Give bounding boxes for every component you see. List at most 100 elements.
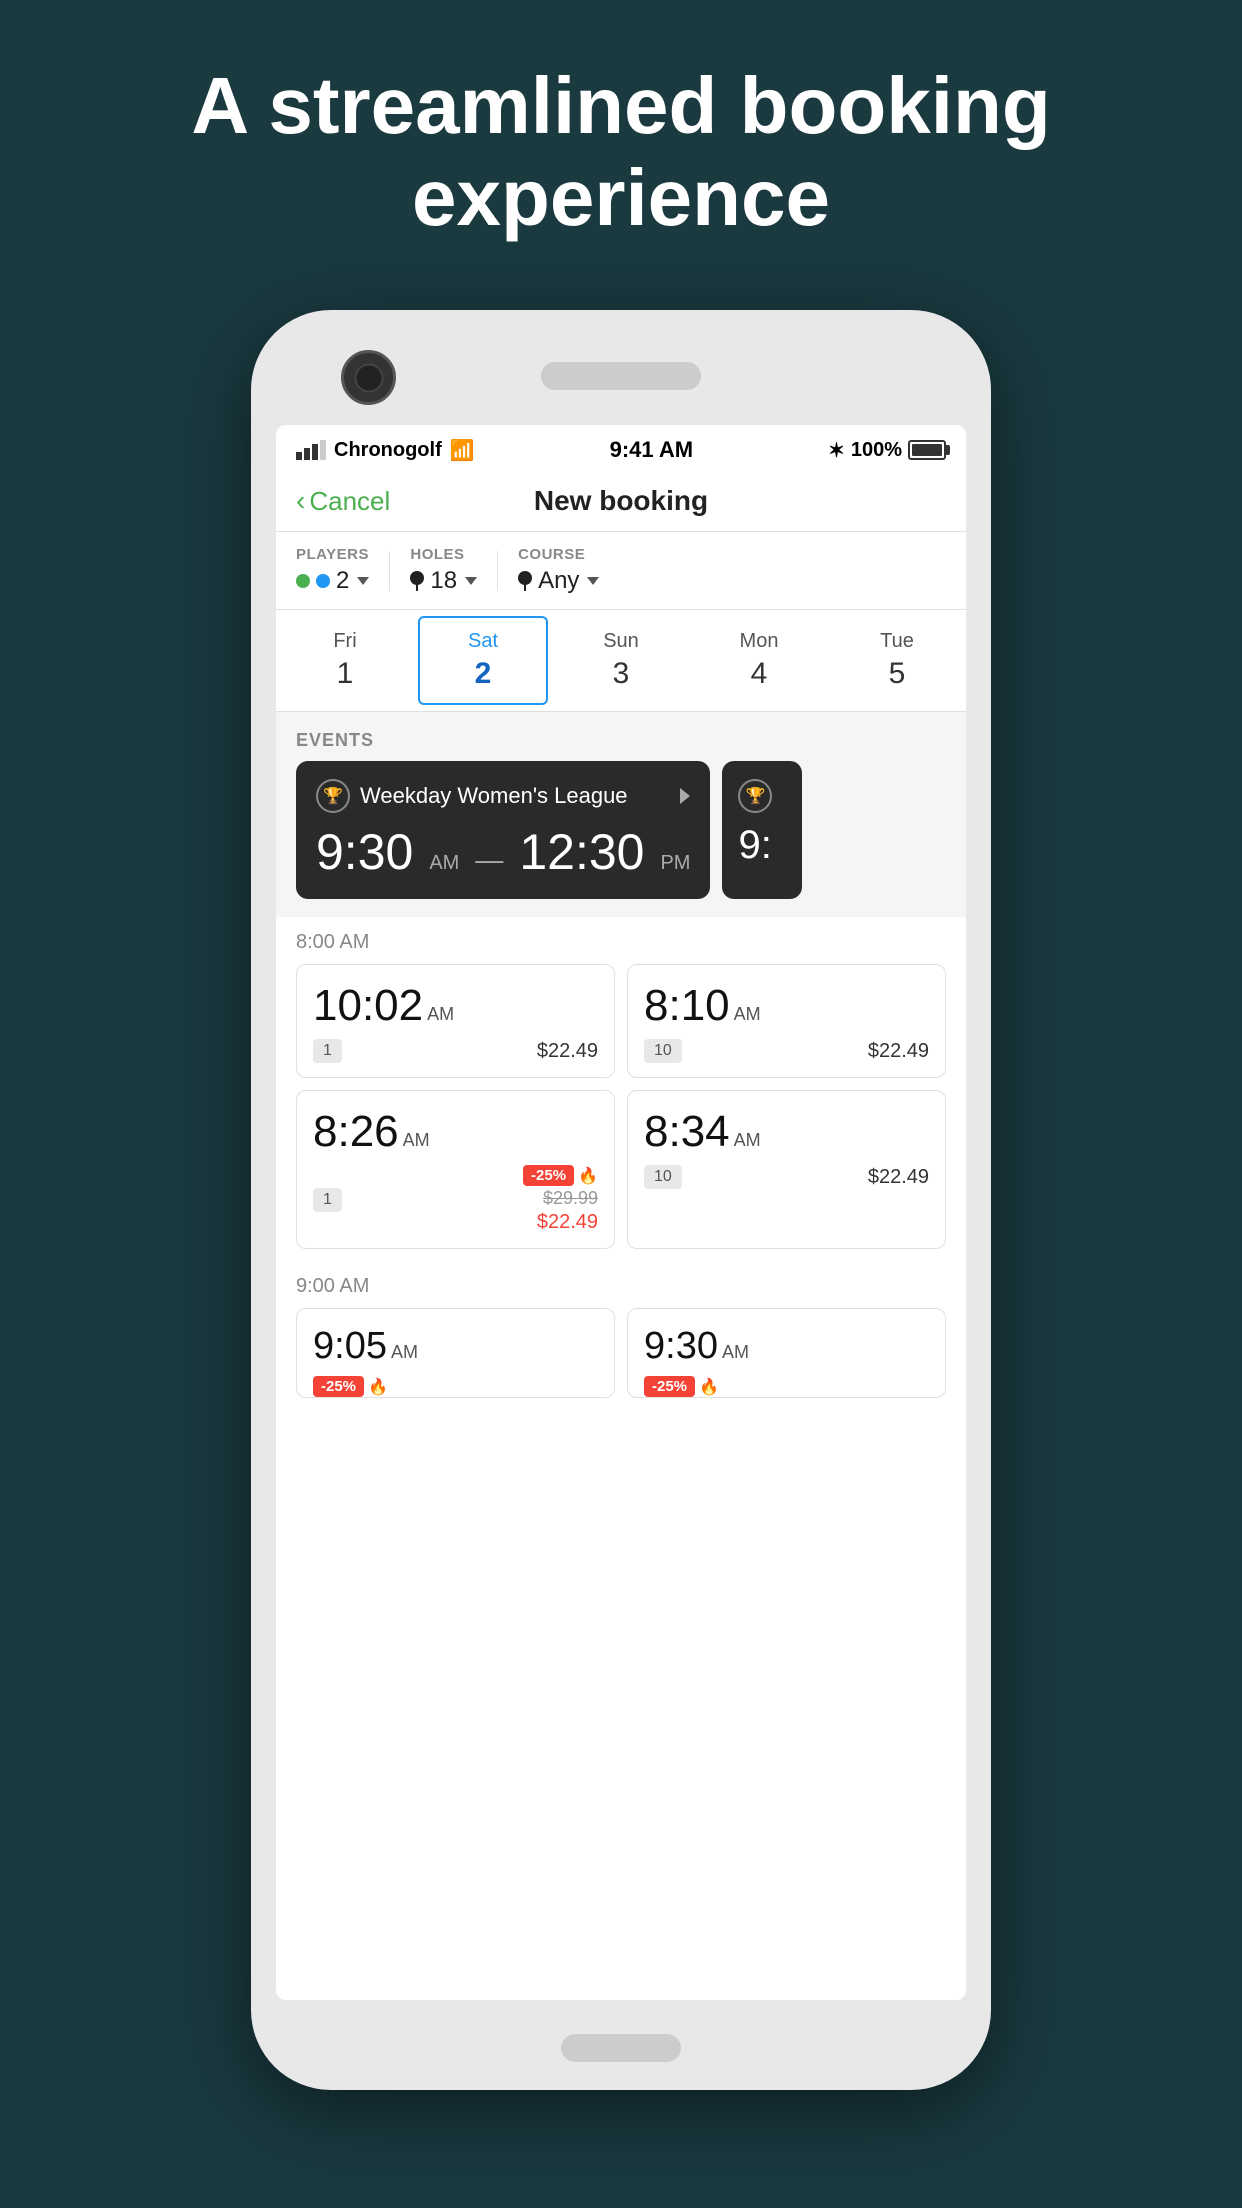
slot-ampm: AM (734, 1004, 761, 1025)
slot-1002am[interactable]: 10:02 AM 1 $22.49 (296, 964, 615, 1078)
flame-icon: 🔥 (699, 1377, 719, 1397)
phone-camera (341, 350, 396, 405)
orig-price: $29.99 (543, 1188, 598, 1209)
slot-price-row: -25% 🔥 $29.99 $22.49 (523, 1165, 598, 1234)
event-time-row: 9:30 AM — 12:30 PM (316, 823, 690, 881)
slot-ampm: AM (391, 1342, 418, 1363)
phone-speaker (541, 362, 701, 390)
player-dot-green (296, 574, 310, 588)
filter-row: PLAYERS 2 HOLES 18 (276, 532, 966, 610)
timeslots-section: 8:00 AM 10:02 AM 1 $22.49 8:10 (276, 917, 966, 1398)
slot-num-badge: 10 (644, 1165, 682, 1189)
day-sun-label: Sun (603, 630, 639, 653)
signal-bars (296, 440, 326, 460)
player-dot-blue (316, 574, 330, 588)
date-sun-3[interactable]: Sun 3 (552, 610, 690, 711)
date-tue-5[interactable]: Tue 5 (828, 610, 966, 711)
day-tue-label: Tue (880, 630, 914, 653)
chevron-left-icon: ‹ (296, 485, 305, 517)
phone-screen: Chronogolf 📶 9:41 AM ✶ 100% ‹ Cancel New… (276, 425, 966, 2000)
page-title: New booking (534, 485, 708, 517)
bluetooth-icon: ✶ (828, 438, 845, 463)
events-section-header: EVENTS (276, 712, 966, 761)
flame-icon: 🔥 (368, 1377, 388, 1397)
slot-price: $22.49 (868, 1166, 929, 1189)
course-pin-icon (518, 571, 532, 591)
holes-label: HOLES (410, 546, 477, 563)
phone-frame: Chronogolf 📶 9:41 AM ✶ 100% ‹ Cancel New… (251, 310, 991, 2090)
course-chevron-icon (587, 577, 599, 585)
slots-grid-8am: 10:02 AM 1 $22.49 8:10 AM 10 (276, 964, 966, 1261)
slot-time-row: 9:30 AM (644, 1325, 929, 1368)
slot-ampm: AM (403, 1130, 430, 1151)
signal-bar-4 (320, 440, 326, 460)
trophy-icon: 🏆 (316, 779, 350, 813)
slot-time-big: 10:02 (313, 981, 423, 1031)
day-mon-label: Mon (740, 630, 779, 653)
course-value-row: Any (518, 567, 599, 595)
event-name: Weekday Women's League (360, 783, 628, 809)
wifi-icon: 📶 (450, 438, 475, 463)
holes-count: 18 (430, 567, 457, 595)
date-sat-2[interactable]: Sat 2 (418, 616, 548, 705)
discounted-price: $22.49 (537, 1211, 598, 1234)
cancel-button[interactable]: ‹ Cancel (296, 485, 390, 517)
slot-num-badge: 1 (313, 1188, 342, 1212)
slot-time-row: 8:34 AM (644, 1107, 929, 1157)
slot-time-row: 8:10 AM (644, 981, 929, 1031)
event-title-row: 🏆 Weekday Women's League (316, 779, 690, 813)
day-tue-num: 5 (889, 657, 906, 691)
holes-pin-icon (410, 571, 424, 591)
hero-text: A streamlined booking experience (0, 60, 1242, 244)
battery-icon (908, 440, 946, 460)
status-left: Chronogolf 📶 (296, 438, 475, 463)
course-filter[interactable]: COURSE Any (518, 546, 599, 595)
discount-badge: -25% (523, 1165, 574, 1186)
slot-num-badge: 1 (313, 1039, 342, 1063)
holes-chevron-icon (465, 577, 477, 585)
course-label: COURSE (518, 546, 599, 563)
event-card-1[interactable]: 🏆 Weekday Women's League 9:30 AM — 12:30… (296, 761, 710, 899)
event-card-2-partial[interactable]: 🏆 9: (722, 761, 802, 899)
holes-filter[interactable]: HOLES 18 (410, 546, 477, 595)
filter-separator-2 (497, 551, 498, 591)
slot-834am[interactable]: 8:34 AM 10 $22.49 (627, 1090, 946, 1249)
slot-810am[interactable]: 8:10 AM 10 $22.49 (627, 964, 946, 1078)
slot-time-big: 8:26 (313, 1107, 399, 1157)
day-mon-num: 4 (751, 657, 768, 691)
trophy-icon-2: 🏆 (738, 779, 772, 813)
day-fri-label: Fri (333, 630, 356, 653)
slot-930am-partial[interactable]: 9:30 AM -25% 🔥 (627, 1308, 946, 1398)
phone-home-button (561, 2034, 681, 2062)
day-sat-num: 2 (475, 657, 492, 691)
players-count: 2 (336, 567, 349, 595)
status-bar: Chronogolf 📶 9:41 AM ✶ 100% (276, 425, 966, 471)
events-section: EVENTS 🏆 Weekday Women's League 9:30 AM (276, 712, 966, 917)
slot-time-row: 8:26 AM (313, 1107, 598, 1157)
nav-bar: ‹ Cancel New booking (276, 471, 966, 532)
date-fri-1[interactable]: Fri 1 (276, 610, 414, 711)
event-start-time: 9:30 (316, 823, 413, 881)
battery-percent: 100% (851, 439, 902, 462)
bottom-partial-slots: 9:05 AM -25% 🔥 9:30 AM -25% (276, 1308, 966, 1398)
day-fri-num: 1 (337, 657, 354, 691)
date-picker: Fri 1 Sat 2 Sun 3 Mon 4 Tue 5 (276, 610, 966, 712)
slot-price: $22.49 (868, 1040, 929, 1063)
slot-time-big: 9:30 (644, 1325, 718, 1368)
slot-discount-row: -25% 🔥 (644, 1376, 929, 1397)
discount-badge: -25% (313, 1376, 364, 1397)
slot-num-badge: 10 (644, 1039, 682, 1063)
slot-time-row: 9:05 AM (313, 1325, 598, 1368)
players-filter[interactable]: PLAYERS 2 (296, 546, 369, 595)
carrier-name: Chronogolf (334, 439, 442, 462)
slot-bottom: 10 $22.49 (644, 1165, 929, 1189)
status-time: 9:41 AM (610, 437, 694, 463)
slot-ampm: AM (427, 1004, 454, 1025)
players-value-row: 2 (296, 567, 369, 595)
slot-905am-partial[interactable]: 9:05 AM -25% 🔥 (296, 1308, 615, 1398)
date-mon-4[interactable]: Mon 4 (690, 610, 828, 711)
events-scroll[interactable]: 🏆 Weekday Women's League 9:30 AM — 12:30… (276, 761, 966, 917)
players-label: PLAYERS (296, 546, 369, 563)
slot-826am[interactable]: 8:26 AM 1 -25% 🔥 $29.99 $22.49 (296, 1090, 615, 1249)
day-sat-label: Sat (468, 630, 498, 653)
